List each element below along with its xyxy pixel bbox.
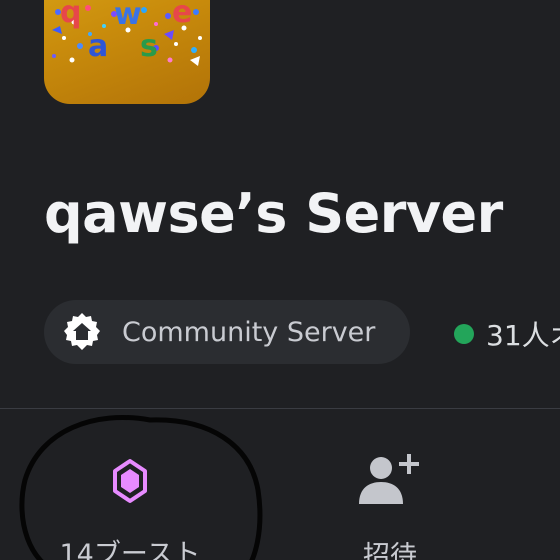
icon-letter: q (60, 0, 82, 30)
online-count-text: 31人オ (486, 319, 560, 352)
icon-letter: s (140, 29, 158, 64)
server-info-screen: q w e a s qawse’s Server Community Serve… (0, 0, 560, 560)
boost-label: 14ブースト (59, 539, 201, 560)
online-dot-icon (454, 324, 474, 344)
house-icon (60, 310, 104, 354)
community-server-badge[interactable]: Community Server (44, 300, 410, 364)
boost-button[interactable]: 14ブースト (44, 458, 216, 560)
icon-letter: w (114, 0, 142, 32)
invite-label: 招待 (363, 541, 417, 560)
server-title: qawse’s Server (44, 182, 503, 245)
icon-letter: a (88, 29, 109, 64)
divider (0, 408, 560, 409)
icon-letter: e (172, 0, 193, 30)
boost-gem-icon (112, 458, 148, 508)
online-count: 31人オ (454, 314, 560, 354)
community-server-label: Community Server (122, 316, 376, 348)
add-user-icon (357, 450, 423, 512)
server-icon[interactable]: q w e a s (44, 0, 210, 104)
invite-button[interactable]: 招待 (320, 450, 460, 560)
